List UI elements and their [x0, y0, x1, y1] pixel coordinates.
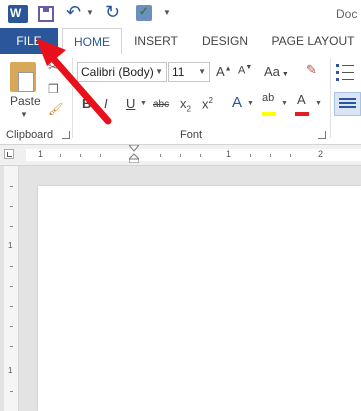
underline-dropdown-icon[interactable]: ▼ [140, 100, 147, 107]
ruler-tick [10, 206, 13, 207]
ruler-mark: 1 [8, 241, 13, 250]
tab-selector-icon[interactable] [4, 149, 14, 159]
clear-formatting-icon[interactable]: ✎ [306, 62, 317, 78]
shrink-font-button[interactable]: A▼ [238, 64, 252, 77]
ruler-tick [10, 306, 13, 307]
paste-icon[interactable] [10, 62, 36, 92]
paste-dropdown-icon[interactable]: ▼ [20, 110, 28, 119]
ruler-mark: 1 [226, 149, 232, 159]
tab-design[interactable]: DESIGN [196, 28, 254, 54]
ruler-mark: 2 [318, 149, 324, 159]
ruler-tick [270, 154, 271, 157]
ribbon-tabs: FILE HOME INSERT DESIGN PAGE LAYOUT [0, 28, 361, 55]
quick-access-toolbar: ↶ ▼ ↻ ▼ Doc [0, 0, 361, 28]
ruler-tick [10, 326, 13, 327]
highlight-dropdown-icon[interactable]: ▼ [281, 100, 288, 107]
bullets-icon[interactable] [336, 62, 356, 84]
document-title: Doc [336, 7, 358, 21]
font-name-value: Calibri (Body) [81, 65, 154, 79]
ruler-mark: 1 [8, 366, 13, 375]
ruler-tick [10, 391, 13, 392]
change-case-label: Aa [264, 64, 280, 79]
font-size-value: 11 [172, 65, 185, 79]
format-painter-icon[interactable]: 🖌 [48, 102, 63, 116]
indent-marker-icon[interactable] [129, 145, 139, 163]
strikethrough-button[interactable]: abc [153, 99, 169, 110]
grow-font-label: A [216, 64, 225, 79]
font-color-button[interactable]: A [297, 92, 306, 107]
word-logo-icon[interactable] [8, 5, 28, 23]
ruler-tick [10, 266, 13, 267]
clipboard-group-label: Clipboard [6, 129, 54, 141]
undo-dropdown-icon[interactable]: ▼ [86, 8, 94, 17]
ruler-tick [200, 154, 201, 157]
text-effects-button[interactable]: A [232, 94, 242, 111]
ruler-tick [80, 154, 81, 157]
bold-button[interactable]: B [82, 96, 91, 111]
tab-file[interactable]: FILE [0, 28, 58, 54]
text-effects-dropdown-icon[interactable]: ▼ [247, 100, 254, 107]
horizontal-ruler[interactable]: 1 1 2 [0, 145, 361, 166]
save-icon[interactable] [38, 6, 54, 22]
paste-button-label[interactable]: Paste [10, 94, 41, 108]
font-color-swatch [295, 112, 309, 116]
tab-home[interactable]: HOME [62, 28, 122, 55]
align-left-button[interactable] [334, 92, 361, 116]
tab-page-layout[interactable]: PAGE LAYOUT [268, 28, 358, 54]
underline-button[interactable]: U [126, 96, 135, 111]
checkmark-shield-icon[interactable] [136, 5, 152, 21]
ruler-tick [290, 154, 291, 157]
redo-icon[interactable]: ↻ [105, 2, 120, 23]
ruler-tick [10, 286, 13, 287]
ruler-tick [100, 154, 101, 157]
cut-icon[interactable]: ✂ [48, 60, 58, 74]
tab-insert[interactable]: INSERT [128, 28, 184, 54]
font-group-label: Font [180, 129, 203, 141]
ruler-tick [10, 226, 13, 227]
highlight-color-swatch [262, 112, 276, 116]
clipboard-launcher-icon[interactable] [62, 131, 70, 139]
font-size-select[interactable]: 11 ▼ [168, 62, 210, 82]
italic-button[interactable]: I [104, 96, 108, 111]
ruler-tick [10, 346, 13, 347]
highlight-button[interactable]: ab [262, 92, 274, 104]
document-page[interactable] [38, 186, 361, 411]
ruler-tick [60, 154, 61, 157]
ruler-tick [160, 154, 161, 157]
subscript-button[interactable]: x2 [180, 96, 191, 114]
ruler-track [26, 149, 361, 161]
ruler-mark: 1 [38, 149, 44, 159]
ribbon-home: Paste ▼ ✂ ❐ 🖌 Clipboard Calibri (Body) ▼… [0, 54, 361, 145]
grow-font-button[interactable]: A▲ [216, 64, 232, 79]
font-color-dropdown-icon[interactable]: ▼ [315, 100, 322, 107]
customize-qat-icon[interactable]: ▼ [163, 8, 171, 17]
ruler-tick [180, 154, 181, 157]
ruler-tick [250, 154, 251, 157]
vertical-ruler[interactable]: 1 1 [4, 166, 19, 411]
chevron-down-icon: ▼ [198, 67, 206, 76]
group-divider [330, 58, 331, 138]
font-launcher-icon[interactable] [318, 131, 326, 139]
copy-icon[interactable]: ❐ [48, 82, 59, 96]
undo-icon[interactable]: ↶ [66, 2, 81, 23]
ruler-tick [10, 186, 13, 187]
font-name-select[interactable]: Calibri (Body) ▼ [77, 62, 167, 82]
chevron-down-icon: ▼ [155, 67, 163, 76]
group-divider [72, 58, 73, 138]
superscript-button[interactable]: x2 [202, 96, 213, 111]
change-case-button[interactable]: Aa ▼ [264, 64, 289, 79]
